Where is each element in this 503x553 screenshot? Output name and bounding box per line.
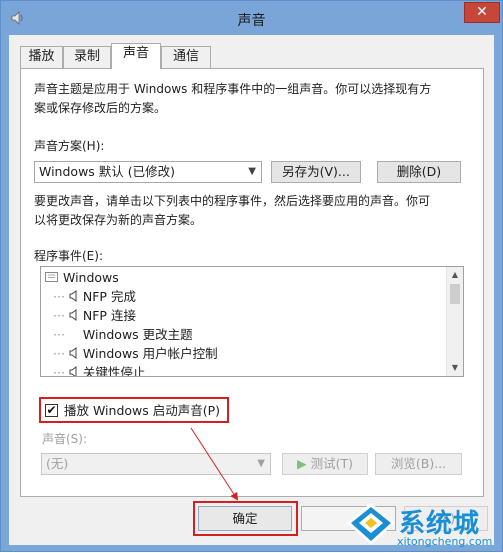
watermark: 系统城 xitongcheng.com [345, 497, 503, 553]
annotation-arrow [190, 427, 239, 501]
sound-dialog: 声音 ✕ 播放 录制 声音 通信 声音主题是应用于 Windows 和程序事件中… [0, 0, 503, 552]
watermark-logo-icon [347, 503, 395, 545]
watermark-url: xitongcheng.com [397, 535, 493, 548]
